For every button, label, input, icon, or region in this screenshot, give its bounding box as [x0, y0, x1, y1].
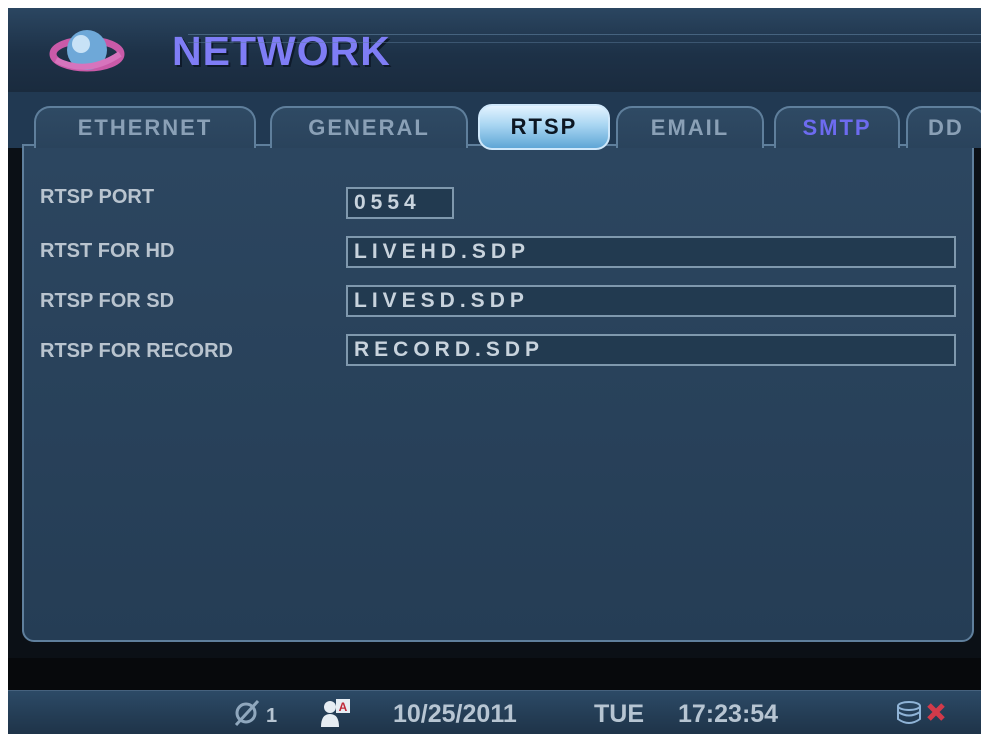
dvr-screen: NETWORK ETHERNET GENERAL RTSP EMAIL SMTP… — [8, 8, 981, 734]
rtsp-hd-label: RTST FOR HD — [40, 239, 175, 262]
separator-bar — [8, 658, 981, 690]
page-title: NETWORK — [172, 28, 391, 74]
tab-general[interactable]: GENERAL — [270, 106, 468, 148]
camera-disabled-icon — [234, 699, 260, 727]
rtsp-sd-label: RTSP FOR SD — [40, 289, 175, 312]
status-date: 10/25/2011 — [393, 700, 517, 728]
rtsp-port-field[interactable]: 0554 — [346, 187, 454, 219]
rtsp-sd-field[interactable]: LIVESD.SDP — [346, 285, 956, 317]
rtsp-record-label: RTSP FOR RECORD — [40, 339, 233, 362]
tab-ethernet[interactable]: ETHERNET — [34, 106, 256, 148]
rtsp-hd-field[interactable]: LIVEHD.SDP — [346, 236, 956, 268]
tab-smtp[interactable]: SMTP — [774, 106, 900, 148]
globe-icon — [49, 30, 125, 72]
tab-email[interactable]: EMAIL — [616, 106, 764, 148]
svg-text:A: A — [339, 700, 348, 714]
status-time: 17:23:54 — [678, 700, 779, 728]
user-admin-icon: A — [321, 699, 350, 727]
content-panel — [22, 144, 974, 642]
rtsp-port-label: RTSP PORT — [40, 185, 155, 208]
tab-rtsp[interactable]: RTSP — [478, 104, 610, 150]
header-bar: NETWORK — [8, 8, 981, 93]
rtsp-record-field[interactable]: RECORD.SDP — [346, 334, 956, 366]
status-bar: 1 A 10/25/2011 TUE 17:23:54 — [8, 690, 981, 734]
camera-count: 1 — [266, 705, 278, 727]
error-x-icon — [927, 703, 945, 721]
hdd-icon — [897, 701, 921, 724]
status-weekday: TUE — [594, 700, 644, 728]
tab-dd[interactable]: DD — [906, 106, 981, 148]
